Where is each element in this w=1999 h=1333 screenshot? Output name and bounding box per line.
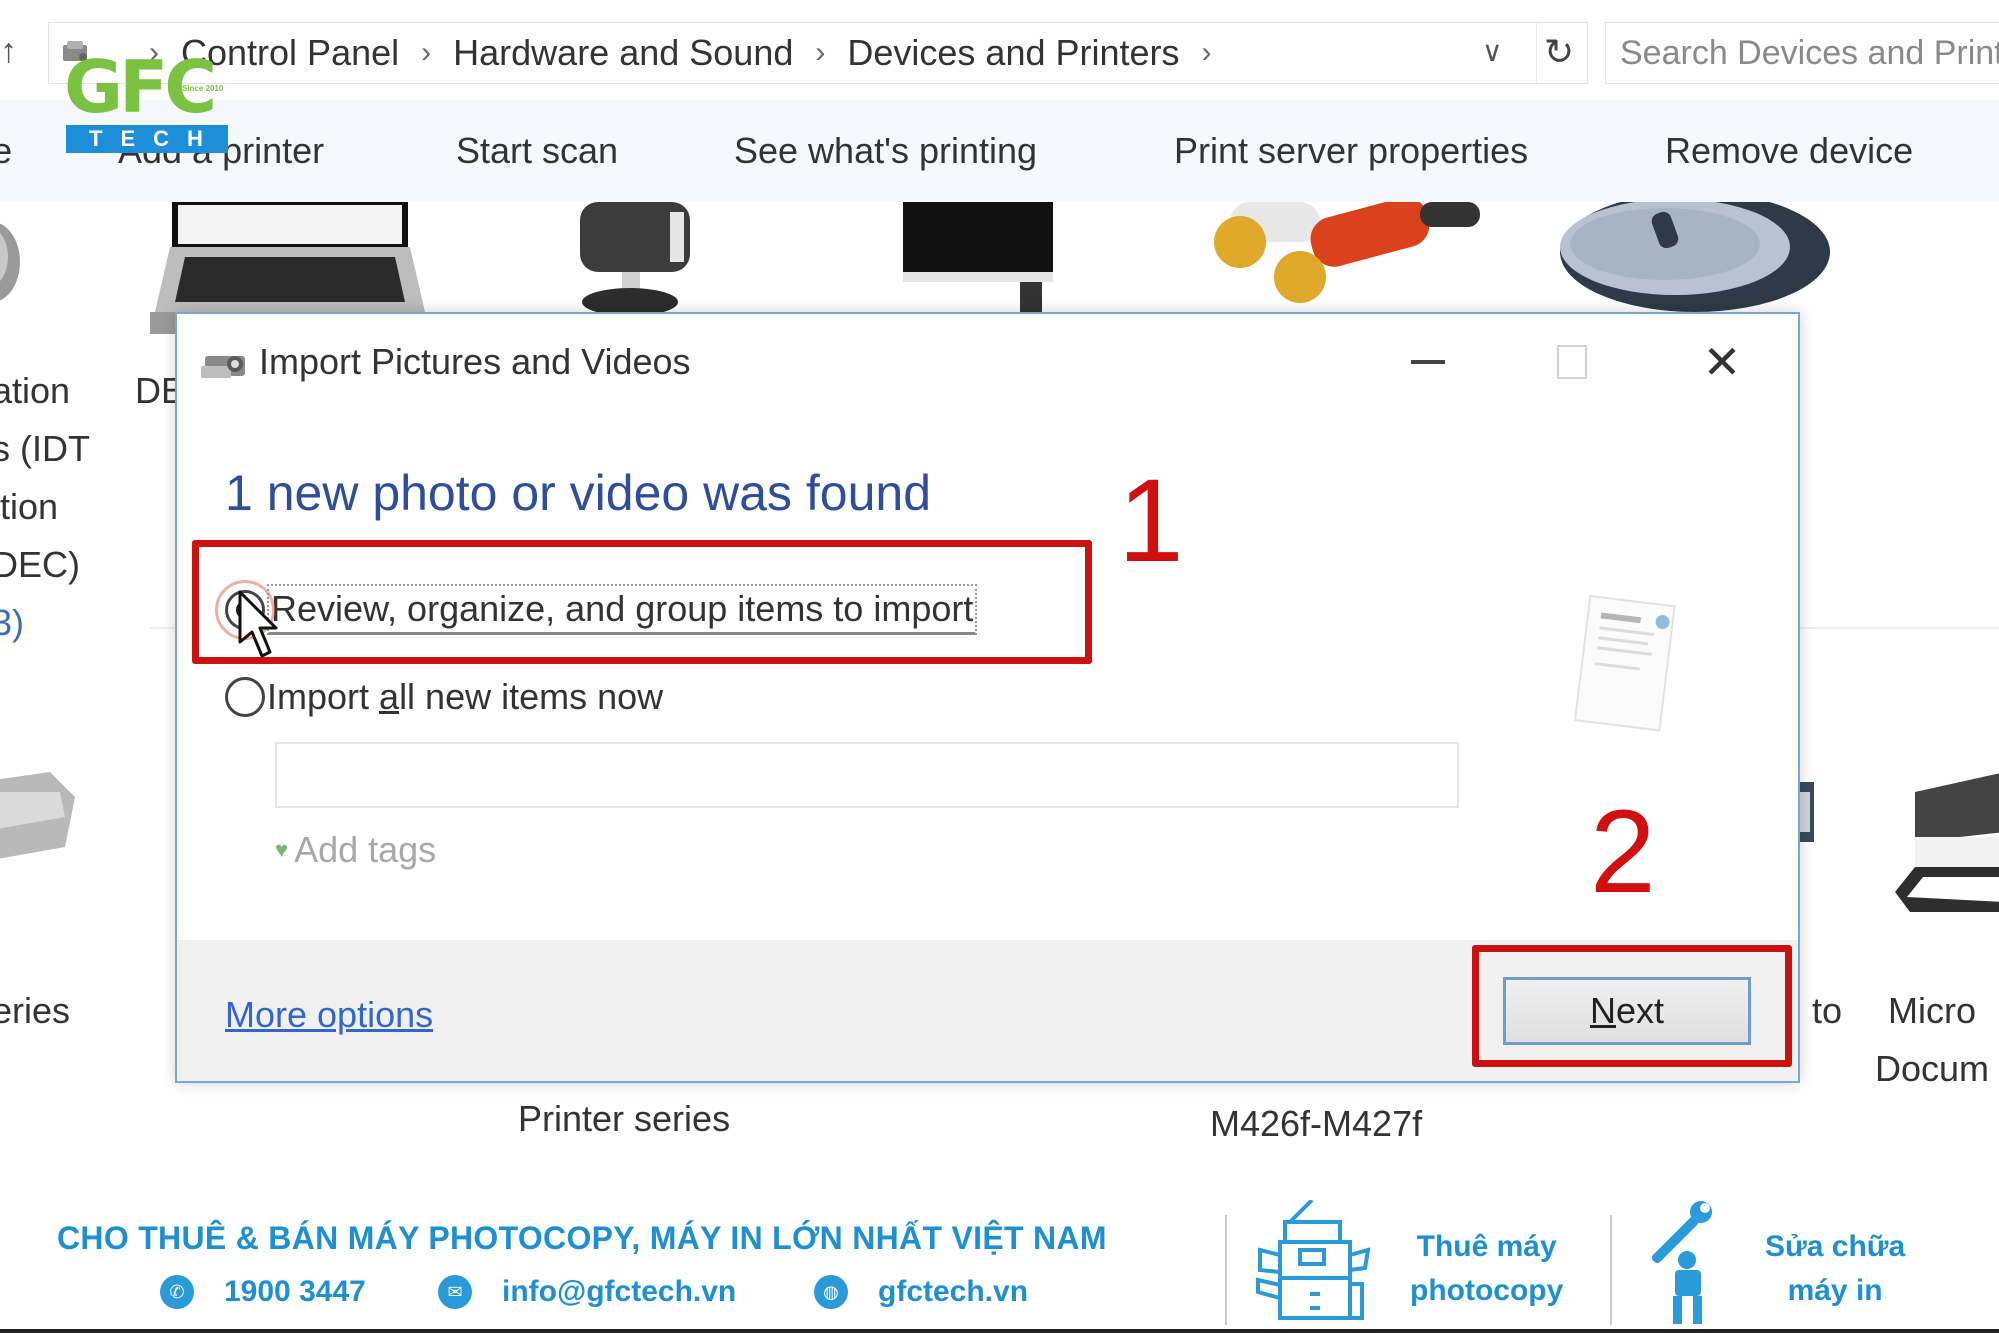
website-url: gfctech.vn — [878, 1275, 1029, 1308]
option-import-all-label[interactable]: Import all new items now — [267, 676, 663, 718]
toolbar-print-server-properties[interactable]: Print server properties — [1174, 130, 1528, 172]
device-label-line: s (IDT — [0, 428, 90, 469]
label-text: ll new items now — [399, 676, 664, 717]
search-box[interactable] — [1605, 22, 1999, 84]
import-pictures-dialog: Import Pictures and Videos ✕ 1 new photo… — [175, 312, 1800, 1083]
contact-phone[interactable]: ✆ 1900 3447 — [160, 1275, 366, 1309]
logo-since: Since 2010 — [182, 84, 224, 93]
device-label-line: Micro — [1888, 990, 1977, 1031]
refresh-icon[interactable]: ↻ — [1544, 31, 1574, 73]
device-label-line: ation — [0, 370, 71, 411]
breadcrumb-separator[interactable]: › — [421, 36, 431, 70]
globe-icon: ◍ — [814, 1275, 848, 1309]
banner-headline: CHO THUÊ & BÁN MÁY PHOTOCOPY, MÁY IN LỚN… — [57, 1220, 1107, 1256]
label-text: Import — [267, 676, 380, 717]
banner-divider — [1225, 1215, 1227, 1325]
contact-email[interactable]: ✉ info@gfctech.vn — [438, 1275, 736, 1309]
dialog-title: Import Pictures and Videos — [259, 341, 691, 382]
add-tags-link[interactable]: ♥ Add tags — [275, 829, 436, 871]
tag-icon: ♥ — [275, 837, 289, 862]
breadcrumb: › Control Panel › Hardware and Sound › D… — [127, 32, 1234, 74]
camera-import-icon — [201, 356, 245, 378]
contact-website[interactable]: ◍ gfctech.vn — [814, 1275, 1028, 1309]
headset-device-icon[interactable] — [0, 202, 40, 322]
next-accelerator: N — [1589, 990, 1616, 1031]
phone-icon: ✆ — [160, 1275, 194, 1309]
more-options-link[interactable]: More options — [225, 994, 433, 1036]
monitor-device-icon[interactable] — [895, 202, 1070, 312]
service-line: photocopy — [1410, 1274, 1564, 1307]
repair-technician-icon — [1651, 1201, 1712, 1324]
email-icon: ✉ — [438, 1275, 472, 1309]
service-printer-repair[interactable]: Sửa chữa máy in — [1765, 1225, 1905, 1313]
service-photocopy-rental[interactable]: Thuê máy photocopy — [1410, 1225, 1563, 1313]
device-label-line: Printer series — [518, 1098, 731, 1139]
command-toolbar: Add a device Add a printer Start scan Se… — [0, 100, 1999, 202]
device-label-line: ition — [0, 486, 59, 527]
scanner-device-icon[interactable] — [0, 762, 100, 872]
phone-number: 1900 3447 — [224, 1275, 366, 1308]
dialog-heading: 1 new photo or video was found — [225, 465, 932, 521]
service-line: máy in — [1787, 1274, 1883, 1307]
next-label: ext — [1615, 990, 1665, 1031]
device-label-to[interactable]: to — [1812, 982, 1842, 1040]
webcam-device-icon[interactable] — [570, 202, 710, 312]
audio-cable-device-icon[interactable] — [1190, 202, 1500, 312]
label-accelerator: a — [379, 676, 400, 717]
close-button[interactable]: ✕ — [1687, 334, 1757, 390]
email-address: info@gfctech.vn — [502, 1275, 737, 1308]
promo-banner: CHO THUÊ & BÁN MÁY PHOTOCOPY, MÁY IN LỚN… — [0, 1195, 1999, 1333]
minimize-icon — [1411, 360, 1445, 364]
address-divider — [1536, 23, 1537, 83]
gfc-tech-logo: GFC Since 2010 TECH — [64, 51, 232, 154]
search-input[interactable] — [1606, 23, 1999, 83]
step-number-1: 1 — [1118, 455, 1184, 587]
option-review-organize-label[interactable]: Review, organize, and group items to imp… — [267, 584, 978, 635]
radio-import-all[interactable] — [225, 677, 265, 717]
maximize-icon — [1557, 345, 1587, 379]
printer-to-pdf-icon[interactable] — [1895, 762, 1999, 922]
breadcrumb-hardware-and-sound[interactable]: Hardware and Sound — [453, 32, 793, 74]
next-button[interactable]: Next — [1503, 977, 1751, 1045]
toolbar-remove-device[interactable]: Remove device — [1665, 130, 1913, 172]
toolbar-see-whats-printing[interactable]: See what's printing — [734, 130, 1037, 172]
maximize-button[interactable] — [1537, 334, 1607, 390]
logo-sub: TECH — [66, 125, 228, 153]
device-label-line: DEC) — [0, 544, 80, 585]
add-tags-label: Add tags — [294, 829, 437, 870]
photocopier-icon — [1256, 1200, 1371, 1320]
document-illustration-icon — [1573, 594, 1676, 732]
address-dropdown-icon[interactable]: ∨ — [1482, 35, 1503, 68]
printer-device-edge-icon[interactable] — [1798, 762, 1818, 852]
device-label-line: M426f-M427f — [1210, 1103, 1423, 1144]
toolbar-add-device[interactable]: Add a device — [0, 130, 12, 172]
device-label-partial[interactable]: ation s (IDT ition DEC) 3) — [0, 362, 90, 652]
mouse-pointer-icon — [238, 590, 278, 658]
mouse-device-icon[interactable] — [1555, 202, 1830, 317]
banner-bottom-border — [0, 1329, 1999, 1333]
toolbar-start-scan[interactable]: Start scan — [456, 130, 618, 172]
device-label-series[interactable]: eries — [0, 982, 70, 1040]
option-import-all[interactable]: Import all new items now — [225, 676, 663, 718]
breadcrumb-separator[interactable]: › — [815, 36, 825, 70]
tags-input[interactable] — [275, 742, 1459, 808]
service-line: Thuê máy — [1416, 1230, 1557, 1263]
device-label-microsoft[interactable]: Micro Docum — [1875, 982, 1989, 1098]
device-label-line: 3) — [0, 602, 25, 643]
step-number-2: 2 — [1590, 786, 1656, 918]
dialog-footer: More options Next — [177, 940, 1798, 1081]
address-bar-area: ↑ › Control Panel › Hardware and Sound ›… — [0, 0, 1999, 100]
address-bar[interactable]: › Control Panel › Hardware and Sound › D… — [48, 22, 1588, 84]
minimize-button[interactable] — [1393, 334, 1463, 390]
breadcrumb-separator[interactable]: › — [1202, 36, 1212, 70]
up-arrow-icon[interactable]: ↑ — [0, 32, 17, 71]
breadcrumb-devices-and-printers[interactable]: Devices and Printers — [847, 32, 1179, 74]
device-label-line: Docum — [1875, 1048, 1990, 1089]
banner-divider — [1610, 1215, 1612, 1325]
service-line: Sửa chữa — [1765, 1230, 1906, 1263]
option-review-organize[interactable]: Review, organize, and group items to imp… — [215, 579, 978, 640]
close-icon: ✕ — [1702, 336, 1742, 388]
